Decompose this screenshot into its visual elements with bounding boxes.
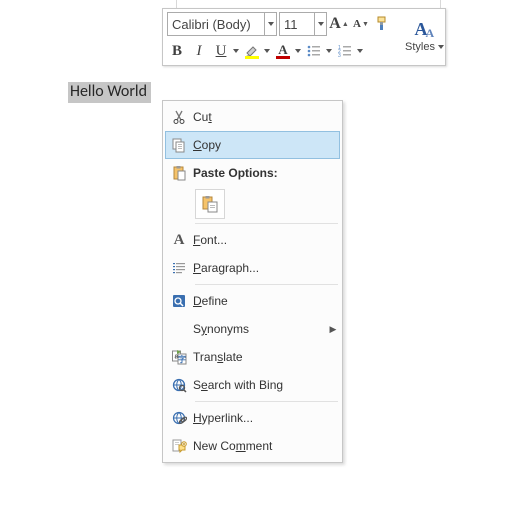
menu-define[interactable]: Define — [165, 287, 340, 315]
numbering-button[interactable]: 1 2 3 — [335, 40, 364, 62]
menu-hyperlink[interactable]: Hyperlink... — [165, 404, 340, 432]
search-icon — [165, 377, 193, 393]
cut-icon — [165, 109, 193, 125]
menu-paragraph[interactable]: Paragraph... — [165, 254, 340, 282]
menu-translate[interactable]: a 字 Translate — [165, 343, 340, 371]
menu-paste-options: Paste Options: — [165, 159, 340, 187]
menu-paragraph-label: Paragraph... — [193, 261, 340, 275]
menu-copy-label: Copy — [193, 138, 340, 152]
menu-cut[interactable]: Cut — [165, 103, 340, 131]
svg-text:A: A — [278, 43, 288, 57]
paste-keep-source-button[interactable] — [195, 189, 225, 219]
underline-button[interactable]: U — [211, 40, 240, 62]
mini-toolbar: Calibri (Body) 11 A▲ A▼ — [162, 8, 446, 66]
font-size-dropdown[interactable] — [314, 13, 326, 35]
font-icon: A — [165, 232, 193, 249]
translate-icon: a 字 — [165, 349, 193, 365]
paste-icon — [165, 165, 193, 181]
font-size-combo[interactable]: 11 — [279, 12, 327, 36]
font-name-value: Calibri (Body) — [168, 17, 264, 32]
copy-icon — [165, 137, 193, 153]
submenu-arrow-icon: ▶ — [326, 324, 340, 335]
highlight-button[interactable] — [242, 40, 271, 62]
selected-text: Hello World — [68, 82, 151, 103]
menu-copy[interactable]: Copy — [165, 131, 340, 159]
menu-search-bing[interactable]: Search with Bing — [165, 371, 340, 399]
menu-synonyms-label: Synonyms — [193, 322, 326, 336]
menu-font[interactable]: A Font... — [165, 226, 340, 254]
menu-font-label: Font... — [193, 233, 340, 247]
menu-paste-options-label: Paste Options: — [193, 166, 340, 180]
font-name-combo[interactable]: Calibri (Body) — [167, 12, 277, 36]
paragraph-icon — [165, 260, 193, 276]
bold-button[interactable]: B — [167, 40, 187, 62]
menu-new-comment-label: New Comment — [193, 439, 340, 453]
menu-synonyms[interactable]: Synonyms ▶ — [165, 315, 340, 343]
context-menu: Cut Copy Paste Options: — [162, 100, 343, 463]
font-name-dropdown[interactable] — [264, 13, 276, 35]
menu-translate-label: Translate — [193, 350, 340, 364]
svg-text:字: 字 — [178, 354, 186, 364]
menu-cut-label: Cut — [193, 110, 340, 124]
menu-hyperlink-label: Hyperlink... — [193, 411, 340, 425]
hyperlink-icon — [165, 410, 193, 426]
menu-new-comment[interactable]: New Comment — [165, 432, 340, 460]
font-color-button[interactable]: A — [273, 40, 302, 62]
define-icon — [165, 293, 193, 309]
shrink-font-button[interactable]: A▼ — [351, 13, 371, 35]
grow-font-button[interactable]: A▲ — [329, 13, 349, 35]
menu-define-label: Define — [193, 294, 340, 308]
comment-icon — [165, 438, 193, 454]
bullets-button[interactable] — [304, 40, 333, 62]
styles-label: Styles — [405, 41, 435, 53]
menu-search-bing-label: Search with Bing — [193, 378, 340, 392]
format-painter-button[interactable] — [373, 13, 393, 35]
italic-button[interactable]: I — [189, 40, 209, 62]
svg-text:3: 3 — [338, 53, 341, 59]
styles-button[interactable]: AA Styles — [401, 11, 448, 63]
font-size-value: 11 — [280, 17, 314, 32]
